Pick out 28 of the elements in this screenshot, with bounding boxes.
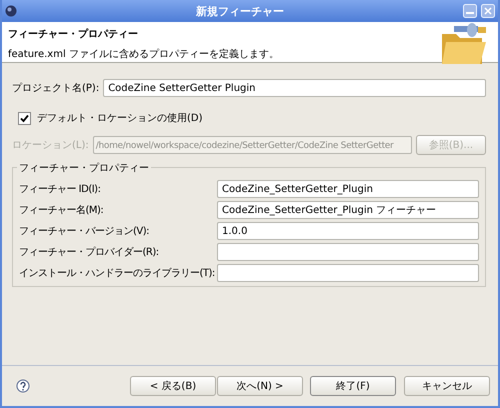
checkbox[interactable] xyxy=(18,112,31,124)
dialog-button[interactable]: 次へ(N) > xyxy=(217,376,303,396)
page-title: フィーチャー・プロパティー xyxy=(8,27,139,41)
text-field[interactable]: 1.0.0 xyxy=(217,222,479,240)
dialog-button[interactable]: 終了(F) xyxy=(310,376,396,396)
field-label: フィーチャー名(M): xyxy=(19,204,104,217)
folder-icon xyxy=(440,22,488,66)
globe-icon xyxy=(5,5,17,17)
field-label: フィーチャー・プロバイダー(R): xyxy=(19,246,160,259)
field-label: フィーチャー ID(I): xyxy=(19,183,102,196)
text-field[interactable]: CodeZine_SetterGetter_Plugin xyxy=(217,180,479,198)
field-label: フィーチャー・バージョン(V): xyxy=(19,225,150,238)
field-label: プロジェクト名(P): xyxy=(12,82,100,95)
project-name-field[interactable]: CodeZine SetterGetter Plugin xyxy=(103,79,486,97)
text-field[interactable]: CodeZine_SetterGetter_Plugin フィーチャー xyxy=(217,201,479,219)
group-title: フィーチャー・プロパティー xyxy=(17,161,151,175)
window-title: 新規フィーチャー xyxy=(195,4,285,18)
dialog-button[interactable]: < 戻る(B) xyxy=(130,376,216,396)
close-button[interactable] xyxy=(481,4,495,18)
text-field[interactable] xyxy=(217,243,479,261)
help-icon[interactable] xyxy=(16,379,30,393)
checkbox-label: デフォルト・ロケーションの使用(D) xyxy=(37,112,203,125)
field-label: ロケーション(L): xyxy=(12,139,89,152)
page-description: feature.xml ファイルに含めるプロパティーを定義します。 xyxy=(8,48,279,61)
dialog-button[interactable]: キャンセル xyxy=(404,376,490,396)
text-field[interactable] xyxy=(217,264,479,282)
minimize-button[interactable] xyxy=(463,4,477,18)
field-label: インストール・ハンドラーのライブラリー(T): xyxy=(19,266,216,280)
